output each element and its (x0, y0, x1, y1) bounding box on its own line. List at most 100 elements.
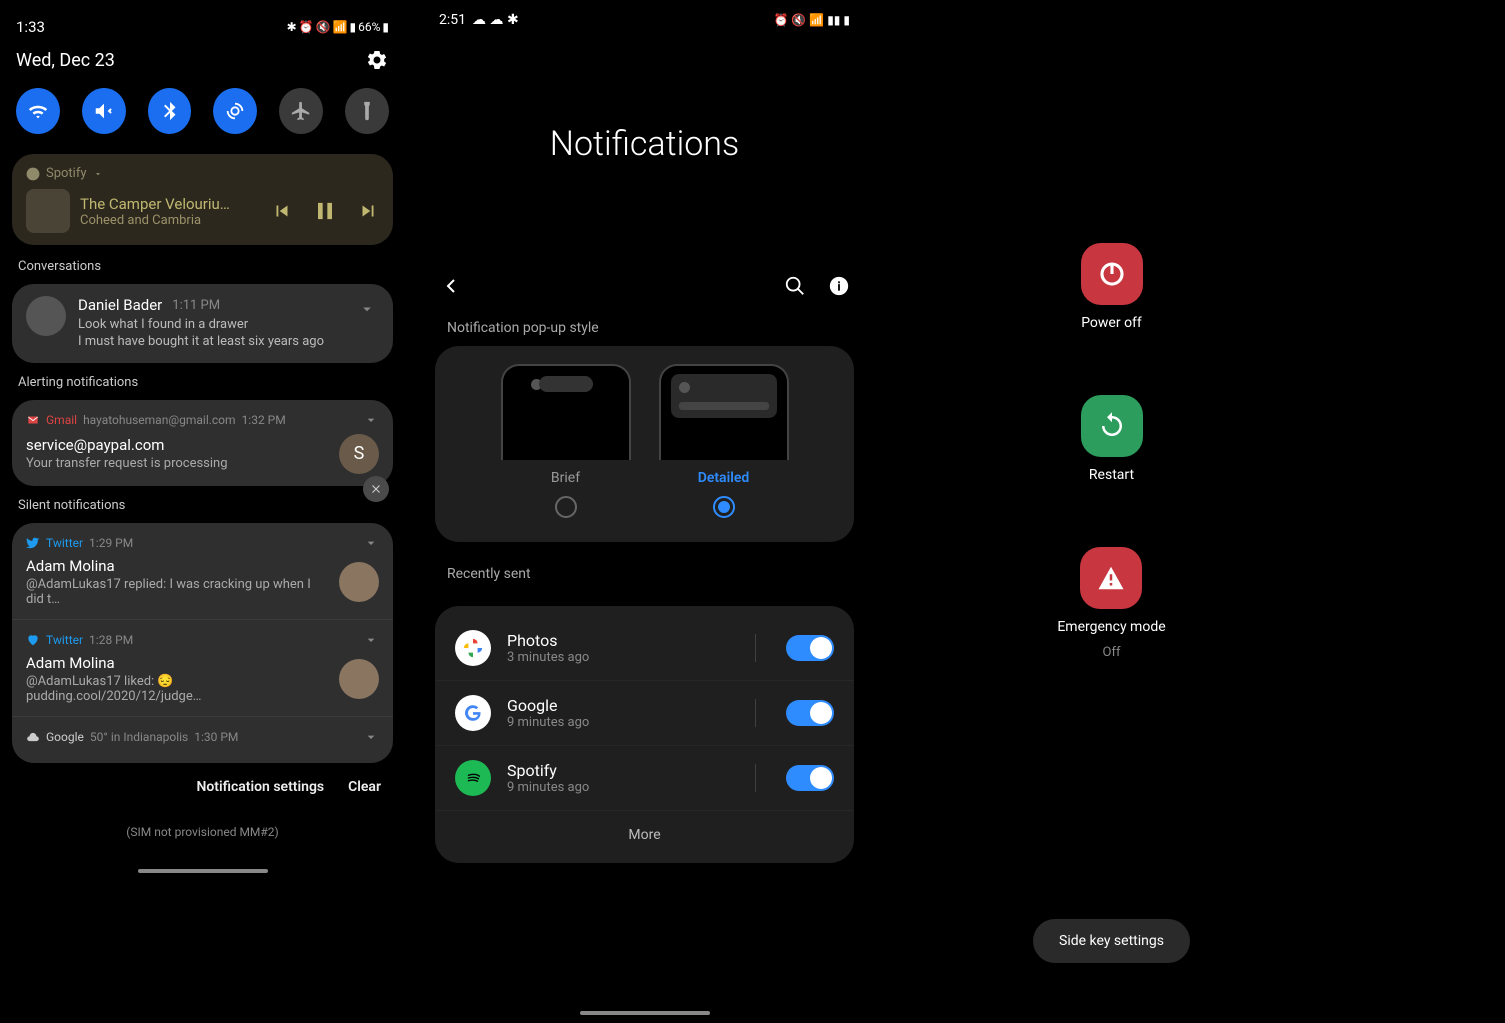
toggle-switch[interactable] (786, 635, 834, 661)
notifications-settings-screen: 2:51 ☁ ☁ ✱ ⏰ 🔇 📶 ▮▮ ▮ Notifications Noti… (417, 0, 872, 1023)
shade-actions: Notification settings Clear (0, 767, 405, 807)
chevron-down-icon[interactable] (363, 535, 379, 551)
pause-button[interactable] (311, 197, 339, 225)
recent-app-row[interactable]: Spotify 9 minutes ago (435, 746, 854, 811)
toggle-switch[interactable] (786, 700, 834, 726)
style-label: Detailed (698, 470, 750, 486)
gmail-notification[interactable]: Gmail hayatohuseman@gmail.com 1:32 PM se… (12, 400, 393, 486)
dismiss-silent-button[interactable] (363, 476, 389, 502)
date-label: Wed, Dec 23 (16, 50, 115, 71)
weather-text: 50° in Indianapolis (90, 730, 188, 744)
qs-bluetooth[interactable] (148, 88, 192, 134)
qs-flashlight[interactable] (345, 88, 389, 134)
app-name: Spotify (507, 761, 739, 780)
more-button[interactable]: More (435, 811, 854, 853)
radio-unselected[interactable] (555, 496, 577, 518)
qs-mute[interactable] (82, 88, 126, 134)
brief-preview (501, 364, 631, 460)
contact-name: Daniel Bader (78, 296, 162, 314)
search-button[interactable] (784, 275, 806, 297)
bluetooth-icon: ✱ (287, 20, 297, 34)
chevron-down-icon[interactable] (363, 729, 379, 745)
silent-notifications-group: Twitter 1:29 PM Adam Molina @AdamLukas17… (12, 523, 393, 763)
emergency-button[interactable]: Emergency mode Off (1057, 547, 1165, 660)
power-menu: Power off Restart Emergency mode Off (884, 0, 1339, 1023)
popup-style-label: Notification pop-up style (417, 314, 872, 346)
restart-icon (1081, 395, 1143, 457)
conversations-label: Conversations (0, 251, 405, 280)
battery-icon: ▮ (382, 20, 389, 34)
media-app-name: Spotify (46, 166, 87, 181)
info-button[interactable] (828, 275, 850, 297)
app-time: 9 minutes ago (507, 780, 739, 795)
style-detailed-option[interactable]: Detailed (659, 364, 789, 518)
battery-pct: 66% (358, 20, 380, 34)
google-icon (455, 695, 491, 731)
mute-icon: 🔇 (316, 20, 331, 34)
style-label: Brief (551, 470, 580, 486)
nav-handle[interactable] (138, 869, 268, 873)
recent-app-row[interactable]: Photos 3 minutes ago (435, 616, 854, 681)
twitter-notification[interactable]: Twitter 1:28 PM Adam Molina @AdamLukas17… (12, 619, 393, 716)
notification-time: 1:11 PM (172, 298, 220, 313)
photos-icon (455, 630, 491, 666)
app-name: Google (507, 696, 739, 715)
close-icon (369, 482, 383, 496)
info-icon (828, 275, 850, 297)
media-header[interactable]: Spotify (26, 166, 379, 181)
toggle-switch[interactable] (786, 765, 834, 791)
silent-label: Silent notifications (0, 490, 405, 519)
expand-button[interactable] (355, 296, 379, 318)
clear-button[interactable]: Clear (348, 779, 381, 795)
recent-app-row[interactable]: Google 9 minutes ago (435, 681, 854, 746)
side-key-settings-button[interactable]: Side key settings (1033, 919, 1190, 963)
emergency-label: Emergency mode (1057, 619, 1165, 635)
chevron-down-icon[interactable] (363, 632, 379, 648)
track-artist: Coheed and Cambria (80, 213, 261, 228)
app-name: Gmail (46, 413, 77, 427)
restart-button[interactable]: Restart (1081, 395, 1143, 483)
status-bar: 2:51 ☁ ☁ ✱ ⏰ 🔇 📶 ▮▮ ▮ (417, 0, 872, 34)
twitter-notification[interactable]: Twitter 1:29 PM Adam Molina @AdamLukas17… (12, 523, 393, 619)
notification-body: Your transfer request is processing (26, 456, 329, 471)
toolbar (417, 274, 872, 314)
chevron-down-icon[interactable] (363, 412, 379, 428)
avatar (26, 296, 66, 336)
shade-header: Wed, Dec 23 (0, 44, 405, 82)
radio-selected[interactable] (713, 496, 735, 518)
conversation-notification[interactable]: Daniel Bader 1:11 PM Look what I found i… (12, 284, 393, 363)
quick-settings-row (0, 82, 405, 148)
power-menu-screen: Power off Restart Emergency mode Off Sid… (884, 0, 1339, 1023)
chevron-left-icon (439, 274, 463, 298)
app-name: Google (46, 730, 84, 744)
media-player-card[interactable]: Spotify The Camper Velouriu… Coheed and … (12, 154, 393, 245)
status-left-icons: ☁ ☁ ✱ (472, 12, 519, 28)
cloud-icon (26, 730, 40, 744)
track-info: The Camper Velouriu… Coheed and Cambria (80, 195, 261, 228)
notification-settings-button[interactable]: Notification settings (196, 779, 324, 795)
signal-icon: ▮ (350, 20, 357, 34)
power-off-label: Power off (1081, 315, 1142, 331)
power-off-button[interactable]: Power off (1081, 243, 1143, 331)
settings-gear-button[interactable] (365, 48, 389, 72)
nav-handle[interactable] (580, 1011, 710, 1015)
notification-time: 1:32 PM (242, 413, 286, 427)
app-name: Twitter (46, 536, 83, 550)
album-art (26, 189, 70, 233)
style-brief-option[interactable]: Brief (501, 364, 631, 518)
qs-rotate[interactable] (213, 88, 257, 134)
status-icons: ✱ ⏰ 🔇 📶 ▮ 66% ▮ (287, 20, 389, 34)
notification-title: service@paypal.com (26, 436, 329, 454)
qs-wifi[interactable] (16, 88, 60, 134)
next-button[interactable] (357, 200, 379, 222)
message-preview: Look what I found in a drawer I must hav… (78, 317, 343, 351)
chevron-down-icon (93, 169, 103, 179)
spotify-icon (455, 760, 491, 796)
back-button[interactable] (439, 274, 463, 298)
google-notification[interactable]: Google 50° in Indianapolis 1:30 PM (12, 716, 393, 763)
spotify-icon (26, 167, 40, 181)
status-time: 2:51 (439, 12, 466, 28)
prev-button[interactable] (271, 200, 293, 222)
qs-airplane[interactable] (279, 88, 323, 134)
twitter-icon (26, 536, 40, 550)
